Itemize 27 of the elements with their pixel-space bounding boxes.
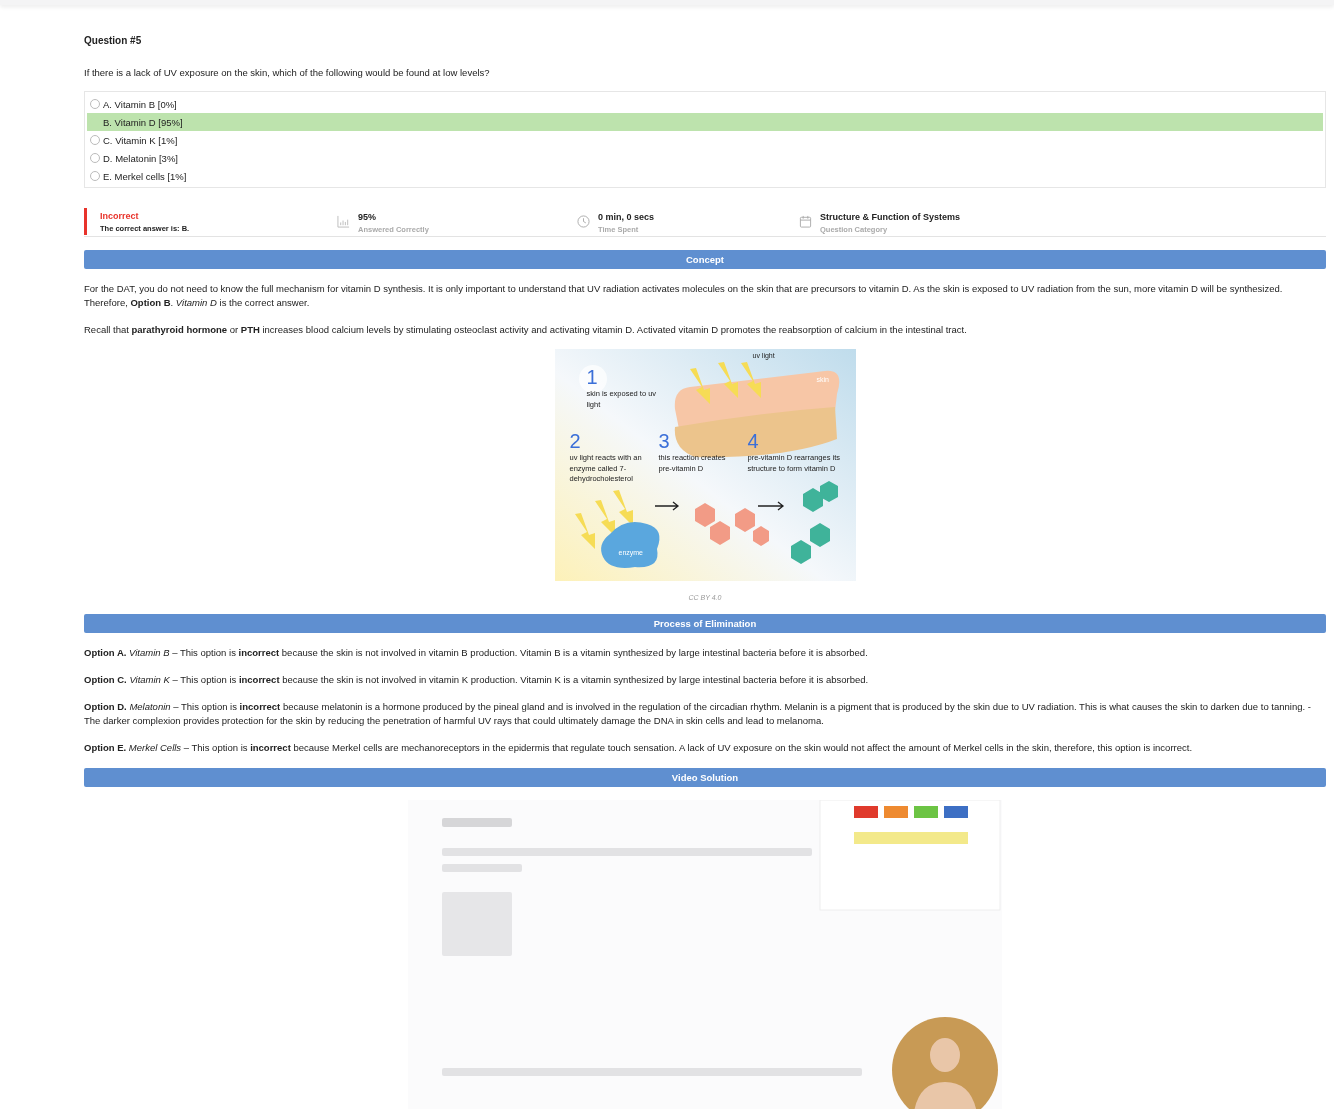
answer-option[interactable]: E. Merkel cells [1%] [87, 167, 1323, 185]
stat-value: Structure & Function of Systems [820, 210, 961, 222]
section-header: Video Solution [84, 768, 1326, 787]
step-number: 2 [569, 431, 581, 451]
question-text: If there is a lack of UV exposure on the skin, which of the following would be found at low levels? [84, 67, 491, 78]
stat-value: 95% [358, 210, 377, 222]
result-status: Incorrect [100, 211, 140, 221]
explanation-paragraph: Recall that parathyroid hormone or PTH increases blood calcium levels by stimulating osteoclast activity and activating vitamin D. Activated vitamin D promotes the reabsorption of calcium in the intestinal tract. [84, 323, 968, 337]
explanation-paragraph: For the DAT, you do not need to know the full mechanism for vitamin D synthesis. It is only important to understand that UV radiation activates molecules on the skin that are precursors to vitamin D. As the skin is exposed to UV radiation from the sun, more vitamin D will be synthesized. Therefore, Option B. Vitamin D is the correct answer. [84, 282, 1284, 310]
explanation-paragraph: Option E. Merkel Cells – This option is incorrect because Merkel cells are mechanoreceptors in the epidermis that regulate touch sensation. A lack of UV exposure on the skin would not affect the amount of Merkel cells in the skin, therefore, this option is incorrect. [84, 741, 1194, 755]
question-title: Question #5 [84, 35, 143, 46]
stat-value: 0 min, 0 secs [598, 210, 655, 222]
answer-option[interactable]: B. Vitamin D [95%] [87, 113, 1323, 131]
explanation-paragraph: Option A. Vitamin B – This option is incorrect because the skin is not involved in vitamin B production. Vitamin B is a vitamin synthesized by large intestinal bacteria before it is absorbed. [84, 646, 869, 660]
explanation-paragraph: Option C. Vitamin K – This option is incorrect because the skin is not involved in vitamin K production. Vitamin K is a vitamin synthesized by large intestinal bacteria before it is absorbed. [84, 673, 870, 687]
clock-icon [577, 215, 590, 228]
answer-option[interactable]: A. Vitamin B [0%] [87, 95, 1323, 113]
step-number: 4 [747, 431, 759, 451]
section-header: Concept [84, 250, 1326, 269]
step-number: 1 [586, 367, 598, 387]
calendar-icon [799, 215, 812, 228]
bar-chart-icon [337, 215, 350, 228]
section-header: Process of Elimination [84, 614, 1326, 633]
explanation-paragraph: Option D. Melatonin – This option is incorrect because melatonin is a hormone produced by the pineal gland and is involved in the regulation of the circadian rhythm. Melanin is a pigment that is produced by the skin due to UV radiation. This is what causes the skin to darken due to tanning. -The darker complexion provides protection for the skin by reducing the penetration of harmful UV rays that could ultimately damage the DNA in skin cells and lead to melanoma. [84, 700, 1312, 728]
answer-option[interactable]: D. Melatonin [3%] [87, 149, 1323, 167]
step-number: 3 [658, 431, 670, 451]
answer-option[interactable]: C. Vitamin K [1%] [87, 131, 1323, 149]
